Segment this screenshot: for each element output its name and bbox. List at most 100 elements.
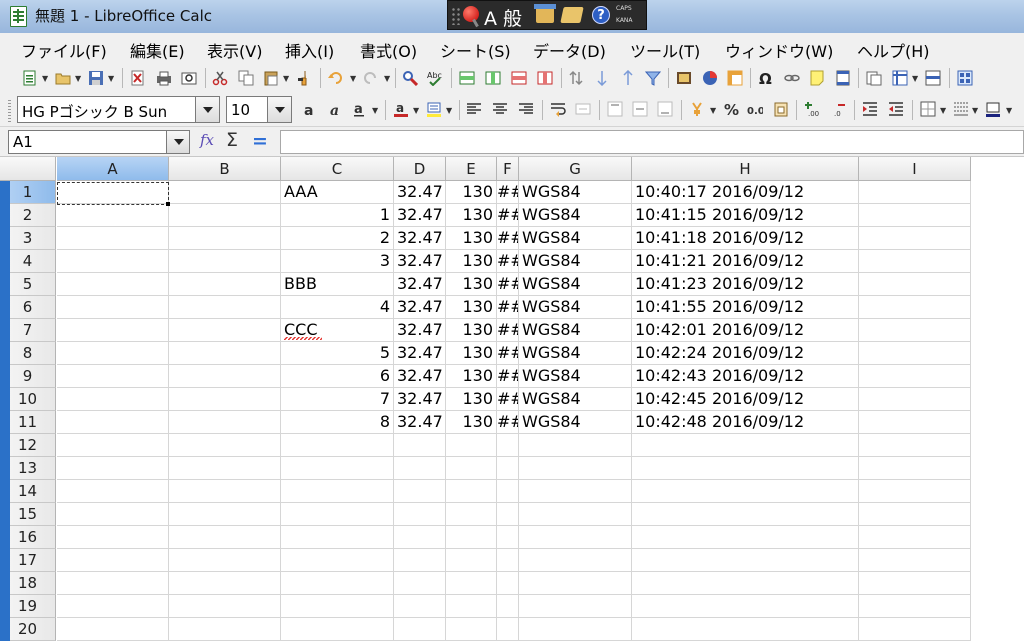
cell-f12[interactable] [497, 434, 519, 457]
cell-c20[interactable] [281, 618, 394, 641]
ime-tool-icon[interactable] [560, 7, 584, 23]
cell-d12[interactable] [394, 434, 446, 457]
cell-e8[interactable]: 130 [446, 342, 497, 365]
cell-f13[interactable] [497, 457, 519, 480]
wrap-text-icon[interactable] [550, 101, 566, 117]
insert-image-icon[interactable] [676, 70, 692, 86]
underline-dropdown-icon[interactable]: ▼ [372, 106, 378, 115]
spelling-icon[interactable]: Abc [427, 70, 443, 86]
cell-d6[interactable]: 32.47 [394, 296, 446, 319]
cell-e7[interactable]: 130 [446, 319, 497, 342]
borders-icon[interactable] [920, 101, 936, 117]
menu-view[interactable]: 表示(V) [207, 38, 262, 62]
cell-a3[interactable] [57, 227, 169, 250]
cell-e18[interactable] [446, 572, 497, 595]
cell-i7[interactable] [859, 319, 971, 342]
save-icon[interactable] [88, 70, 104, 86]
cell-g7[interactable]: WGS84 [519, 319, 632, 342]
cell-e19[interactable] [446, 595, 497, 618]
cell-f15[interactable] [497, 503, 519, 526]
borders-dropdown-icon[interactable]: ▼ [940, 106, 946, 115]
font-name-dropdown-button[interactable] [195, 96, 220, 123]
cell-f10[interactable]: ## [497, 388, 519, 411]
cell-e1[interactable]: 130 [446, 181, 497, 204]
copy-icon[interactable] [238, 70, 254, 86]
cell-h4[interactable]: 10:41:21 2016/09/12 [632, 250, 859, 273]
align-center-icon[interactable] [492, 101, 508, 117]
cell-h19[interactable] [632, 595, 859, 618]
highlight-color-icon[interactable] [426, 101, 442, 117]
cell-g2[interactable]: WGS84 [519, 204, 632, 227]
cell-b19[interactable] [169, 595, 281, 618]
currency-dropdown-icon[interactable]: ▼ [710, 106, 716, 115]
ime-grip-handle[interactable] [451, 7, 461, 25]
cell-g1[interactable]: WGS84 [519, 181, 632, 204]
menu-sheet[interactable]: シート(S) [440, 38, 511, 62]
cell-f19[interactable] [497, 595, 519, 618]
cell-g19[interactable] [519, 595, 632, 618]
cell-h8[interactable]: 10:42:24 2016/09/12 [632, 342, 859, 365]
cell-d8[interactable]: 32.47 [394, 342, 446, 365]
align-top-icon[interactable] [607, 101, 623, 117]
cell-c17[interactable] [281, 549, 394, 572]
cell-a17[interactable] [57, 549, 169, 572]
cell-e15[interactable] [446, 503, 497, 526]
undo-icon[interactable] [328, 70, 344, 86]
font-name-combobox[interactable]: HG Pゴシック B Sun [17, 96, 220, 123]
border-style-icon[interactable] [953, 101, 969, 117]
merge-cells-icon[interactable] [575, 101, 591, 117]
cell-i1[interactable] [859, 181, 971, 204]
cut-icon[interactable] [212, 70, 228, 86]
cell-c15[interactable] [281, 503, 394, 526]
cell-d20[interactable] [394, 618, 446, 641]
cell-h17[interactable] [632, 549, 859, 572]
menu-tools[interactable]: ツール(T) [630, 38, 700, 62]
cell-h3[interactable]: 10:41:18 2016/09/12 [632, 227, 859, 250]
cell-a14[interactable] [57, 480, 169, 503]
open-folder-icon[interactable] [55, 70, 71, 86]
align-middle-icon[interactable] [632, 101, 648, 117]
column-header-h[interactable]: H [632, 157, 859, 181]
calc-app-icon[interactable] [10, 6, 27, 27]
cell-f11[interactable]: ## [497, 411, 519, 434]
cell-b18[interactable] [169, 572, 281, 595]
cell-i14[interactable] [859, 480, 971, 503]
cell-d19[interactable] [394, 595, 446, 618]
cell-i9[interactable] [859, 365, 971, 388]
cell-d2[interactable]: 32.47 [394, 204, 446, 227]
open-dropdown-icon[interactable]: ▼ [75, 74, 81, 83]
cell-a6[interactable] [57, 296, 169, 319]
highlight-dropdown-icon[interactable]: ▼ [446, 106, 452, 115]
cell-d15[interactable] [394, 503, 446, 526]
column-header-c[interactable]: C [281, 157, 394, 181]
cell-b5[interactable] [169, 273, 281, 296]
cell-g12[interactable] [519, 434, 632, 457]
cell-b17[interactable] [169, 549, 281, 572]
column-header-a[interactable]: A [57, 157, 169, 181]
date-format-icon[interactable] [773, 101, 789, 117]
cell-f4[interactable]: ## [497, 250, 519, 273]
add-decimal-icon[interactable]: .00 [804, 101, 820, 117]
cell-g3[interactable]: WGS84 [519, 227, 632, 250]
menu-help[interactable]: ヘルプ(H) [857, 38, 930, 62]
special-character-icon[interactable]: Ω [758, 70, 774, 86]
cell-b15[interactable] [169, 503, 281, 526]
freeze-rows-columns-icon[interactable] [892, 70, 908, 86]
cell-b10[interactable] [169, 388, 281, 411]
cell-c11[interactable]: 8 [281, 411, 394, 434]
undo-dropdown-icon[interactable]: ▼ [350, 74, 356, 83]
cell-c1[interactable]: AAA [281, 181, 394, 204]
font-color-icon[interactable]: a [393, 101, 409, 117]
menu-format[interactable]: 書式(O) [360, 38, 417, 62]
cell-i12[interactable] [859, 434, 971, 457]
align-left-icon[interactable] [466, 101, 482, 117]
save-dropdown-icon[interactable]: ▼ [108, 74, 114, 83]
cell-e16[interactable] [446, 526, 497, 549]
increase-indent-icon[interactable] [862, 101, 878, 117]
border-color-dropdown-icon[interactable]: ▼ [1006, 106, 1012, 115]
cell-a4[interactable] [57, 250, 169, 273]
cell-g13[interactable] [519, 457, 632, 480]
cell-f8[interactable]: ## [497, 342, 519, 365]
align-right-icon[interactable] [518, 101, 534, 117]
cell-b1[interactable] [169, 181, 281, 204]
